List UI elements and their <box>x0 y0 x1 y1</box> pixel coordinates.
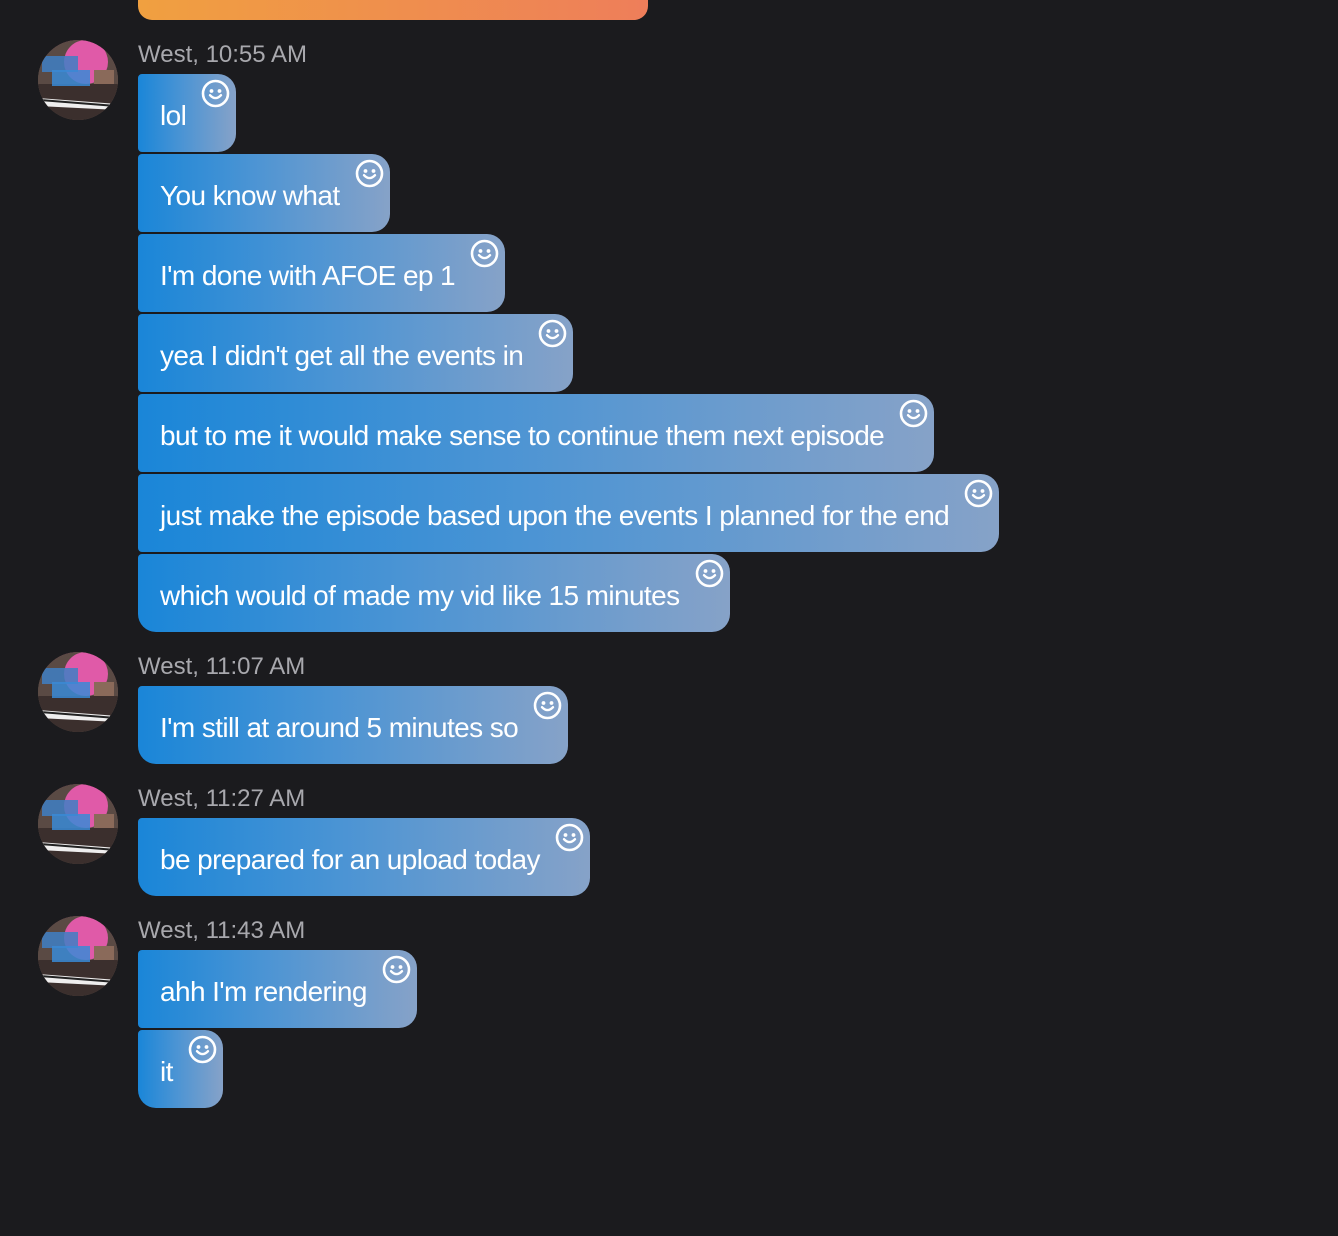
smiley-reaction-icon[interactable] <box>899 399 928 428</box>
sender-avatar[interactable] <box>38 40 118 120</box>
message-text: yea I didn't get all the events in <box>160 340 524 371</box>
message-text: it <box>160 1056 173 1087</box>
message-text: ahh I'm rendering <box>160 976 367 1007</box>
message-text: I'm done with AFOE ep 1 <box>160 260 456 291</box>
smiley-reaction-icon[interactable] <box>201 79 230 108</box>
smiley-reaction-icon[interactable] <box>533 691 562 720</box>
message-text: lol <box>160 100 187 131</box>
message-timestamp: West, 10:55 AM <box>138 41 307 68</box>
message-bubble[interactable]: You know what <box>138 154 390 232</box>
message-bubble[interactable]: I'm still at around 5 minutes so <box>138 686 569 764</box>
message-bubble[interactable]: I'm done with AFOE ep 1 <box>138 234 506 312</box>
smiley-reaction-icon[interactable] <box>555 823 584 852</box>
message-bubble[interactable]: just make the episode based upon the eve… <box>138 474 1000 552</box>
message-timestamp: West, 11:27 AM <box>138 785 306 812</box>
message-bubble[interactable]: but to me it would make sense to continu… <box>138 394 935 472</box>
message-text: just make the episode based upon the eve… <box>160 500 950 531</box>
message-text: be prepared for an upload today <box>160 844 541 875</box>
sender-avatar[interactable] <box>38 784 118 864</box>
smiley-reaction-icon[interactable] <box>188 1035 217 1064</box>
message-bubble[interactable]: lol <box>138 74 237 152</box>
message-list: I'm still at around 5 minutes so <box>138 686 569 766</box>
message-timestamp: West, 11:07 AM <box>138 653 306 680</box>
previous-message-bubble[interactable] <box>138 0 648 20</box>
smiley-reaction-icon[interactable] <box>695 559 724 588</box>
smiley-reaction-icon[interactable] <box>470 239 499 268</box>
message-timestamp: West, 11:43 AM <box>138 917 306 944</box>
message-bubble[interactable]: ahh I'm rendering <box>138 950 417 1028</box>
message-bubble[interactable]: be prepared for an upload today <box>138 818 590 896</box>
message-bubble[interactable]: which would of made my vid like 15 minut… <box>138 554 730 632</box>
message-text: but to me it would make sense to continu… <box>160 420 885 451</box>
message-list: be prepared for an upload today <box>138 818 590 898</box>
message-list: ahh I'm rendering it <box>138 950 417 1110</box>
message-text: which would of made my vid like 15 minut… <box>160 580 680 611</box>
message-list: lol You know what I'm done with AFOE ep … <box>138 74 1000 634</box>
smiley-reaction-icon[interactable] <box>964 479 993 508</box>
smiley-reaction-icon[interactable] <box>538 319 567 348</box>
message-bubble[interactable]: it <box>138 1030 223 1108</box>
message-bubble[interactable]: yea I didn't get all the events in <box>138 314 574 392</box>
smiley-reaction-icon[interactable] <box>382 955 411 984</box>
message-text: You know what <box>160 180 340 211</box>
chat-thread: West, 10:55 AM lol You know what I'm don… <box>0 0 1338 1236</box>
message-text: I'm still at around 5 minutes so <box>160 712 519 743</box>
sender-avatar[interactable] <box>38 916 118 996</box>
sender-avatar[interactable] <box>38 652 118 732</box>
smiley-reaction-icon[interactable] <box>355 159 384 188</box>
